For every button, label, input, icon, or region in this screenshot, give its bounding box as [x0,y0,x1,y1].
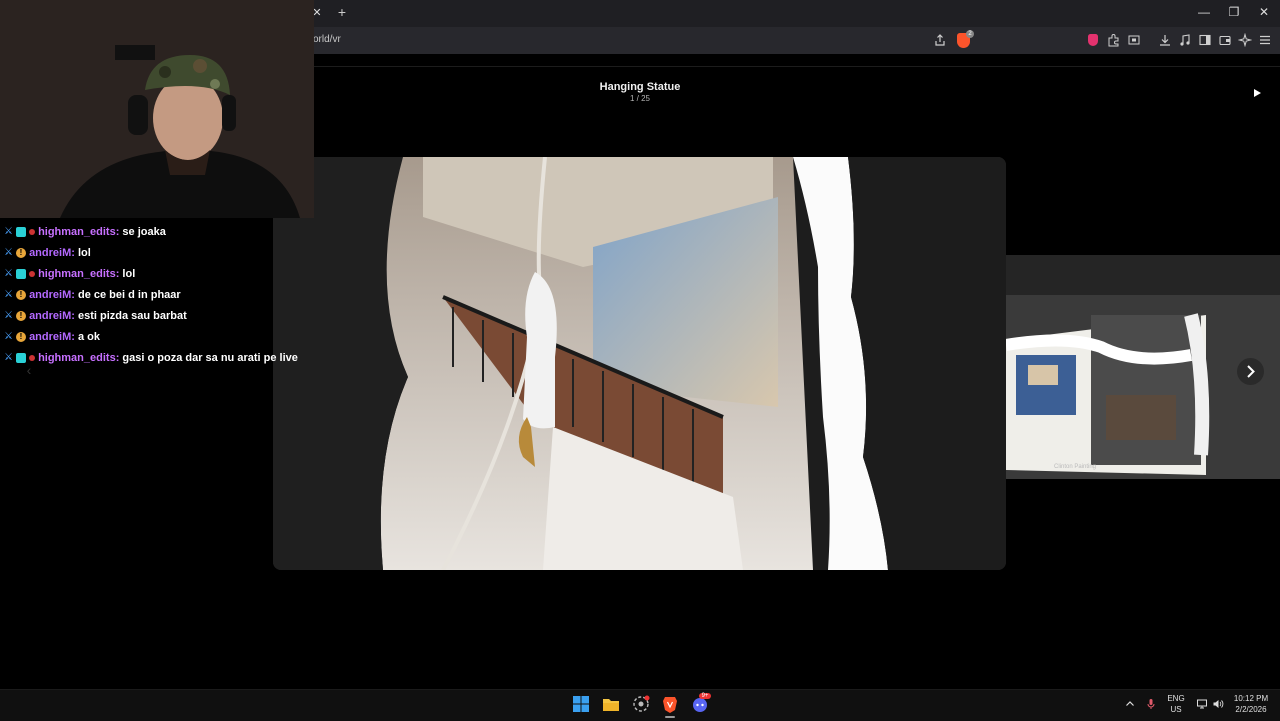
sword-badge-icon: ⚔ [4,352,13,364]
close-window-button[interactable]: ✕ [1254,5,1274,19]
chat-username[interactable]: andreiM [29,247,71,259]
menu-hamburger-icon[interactable] [1258,33,1272,47]
grid-badge-icon [16,353,26,364]
extensions-puzzle-icon[interactable] [1107,33,1121,47]
sidebar-icon[interactable] [1198,33,1212,47]
active-app-indicator [665,716,675,718]
chat-text: lol [122,268,136,280]
new-tab-button[interactable]: + [334,4,350,20]
chat-message: ⚔ highman_edits: se joaka [4,226,166,238]
subscriber-badge-icon: ! [16,311,26,322]
sword-badge-icon: ⚔ [4,331,13,343]
chat-username[interactable]: highman_edits [38,268,116,280]
chat-message: ⚔! andreiM: a ok [4,331,100,343]
chat-username[interactable]: highman_edits [38,352,116,364]
leo-ai-sparkle-icon[interactable] [1238,33,1252,47]
chevron-right-icon [1247,365,1255,378]
brave-shields-badge: 2 [966,30,974,38]
restore-button[interactable]: ❐ [1224,5,1244,19]
microphone-icon[interactable] [1145,698,1157,710]
chat-message: ⚔! andreiM: lol [4,247,91,259]
stream-chat: ⚔ highman_edits: se joaka ⚔! andreiM: lo… [4,224,314,371]
slide-counter: 1 / 25 [629,94,650,103]
chat-text: lol [77,247,91,259]
chat-message: ⚔! andreiM: esti pizda sau barbat [4,310,187,322]
chat-username[interactable]: andreiM [29,331,71,343]
chat-text: de ce bei d in phaar [77,289,181,301]
sword-badge-icon: ⚔ [4,289,13,301]
download-icon[interactable] [1158,33,1172,47]
network-icon[interactable] [1196,698,1208,710]
subscriber-badge-icon: ! [16,248,26,259]
sword-badge-icon: ⚔ [4,226,13,238]
artwork-title: Hanging Statue [599,81,681,93]
webcam-feed [0,0,314,218]
play-icon[interactable] [1250,86,1264,100]
grid-badge-icon [16,227,26,238]
chevron-up-icon[interactable] [1124,698,1136,710]
chat-message: ⚔! andreiM: de ce bei d in phaar [4,289,181,301]
chat-text: gasi o poza dar sa nu arati pe live [122,352,298,364]
chat-username[interactable]: highman_edits [38,226,116,238]
page-top-strip [314,54,1280,67]
language-indicator[interactable]: ENG [1164,694,1188,703]
red-badge-icon [29,355,35,362]
chat-text: esti pizda sau barbat [77,310,187,322]
subscriber-badge-icon: ! [16,332,26,343]
sword-badge-icon: ⚔ [4,310,13,322]
next-artwork-caption: Clinton Painting [1053,464,1097,470]
share-icon[interactable] [933,33,947,47]
main-artwork-image [273,157,1006,570]
chat-username[interactable]: andreiM [29,289,71,301]
minimize-button[interactable]: — [1194,5,1214,19]
sword-badge-icon: ⚔ [4,247,13,259]
red-badge-icon [29,271,35,278]
wallet-icon[interactable] [1218,33,1232,47]
next-slide-button[interactable] [1237,358,1264,385]
region-indicator[interactable]: US [1164,705,1188,714]
vpn-extension-icon[interactable] [1088,34,1098,46]
discord-notification-badge: 9+ [699,693,711,699]
chat-message: ⚔ highman_edits: lol [4,268,136,280]
clock-date[interactable]: 2/2/2026 [1226,705,1276,714]
media-music-icon[interactable] [1178,33,1192,47]
brave-app-icon[interactable] [661,695,679,713]
red-badge-icon [29,229,35,236]
screenshot-icon[interactable] [1127,33,1141,47]
file-explorer-icon[interactable] [602,695,620,713]
clock-time[interactable]: 10:12 PM [1226,694,1276,703]
subscriber-badge-icon: ! [16,290,26,301]
address-bar[interactable]: orld/vr [313,34,341,45]
volume-icon[interactable] [1212,698,1224,710]
chat-text: se joaka [122,226,166,238]
windows-start-icon[interactable] [572,695,590,713]
chat-text: a ok [77,331,100,343]
sword-badge-icon: ⚔ [4,268,13,280]
chat-message: ⚔ highman_edits: gasi o poza dar sa nu a… [4,352,298,364]
chat-username[interactable]: andreiM [29,310,71,322]
chrome-app-icon[interactable] [632,695,650,713]
grid-badge-icon [16,269,26,280]
